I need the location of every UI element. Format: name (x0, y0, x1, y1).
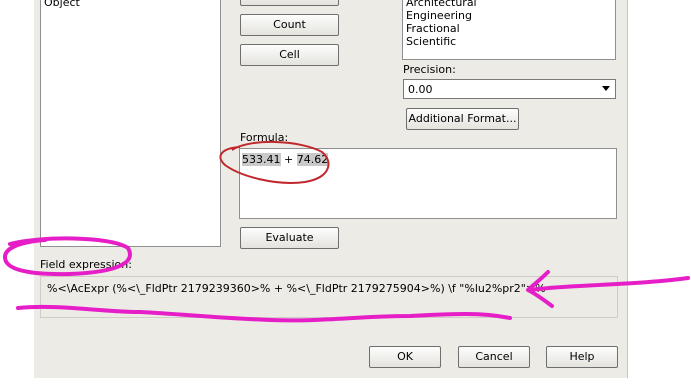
additional-format-button[interactable]: Additional Format... (406, 108, 519, 130)
list-item-object[interactable]: Object (44, 0, 80, 9)
field-dialog: Object Count Cell Architectural Engineer… (34, 0, 628, 378)
help-button[interactable]: Help (546, 346, 618, 368)
formula-label: Formula: (240, 131, 289, 144)
precision-select[interactable]: 0.00 (403, 79, 616, 99)
precision-label: Precision: (403, 63, 456, 76)
formula-operand-2: 74.62 (296, 153, 329, 166)
field-expression-text: %<\AcExpr (%<\_FldPtr 2179239360>% + %<\… (47, 282, 546, 295)
precision-value: 0.00 (408, 83, 433, 96)
evaluate-button[interactable]: Evaluate (240, 227, 339, 249)
list-item-architectural[interactable]: Architectural (406, 0, 477, 9)
field-expression-label: Field expression: (40, 258, 132, 271)
field-names-list[interactable]: Object (40, 0, 221, 247)
format-list[interactable]: Architectural Engineering Fractional Sci… (402, 0, 616, 60)
formula-textbox[interactable]: 533.41 + 74.62 (239, 148, 617, 219)
list-item-scientific[interactable]: Scientific (406, 35, 456, 48)
chevron-down-icon[interactable] (602, 86, 610, 91)
cancel-button[interactable]: Cancel (458, 346, 530, 368)
ok-button[interactable]: OK (369, 346, 441, 368)
formula-text[interactable]: 533.41 + 74.62 (242, 153, 329, 166)
cell-button[interactable]: Cell (240, 44, 339, 66)
top-button-partial[interactable] (240, 0, 339, 6)
count-button[interactable]: Count (240, 14, 339, 36)
formula-operand-1: 533.41 (242, 153, 281, 166)
list-item-fractional[interactable]: Fractional (406, 22, 460, 35)
field-expression-box: %<\AcExpr (%<\_FldPtr 2179239360>% + %<\… (40, 276, 618, 318)
list-item-engineering[interactable]: Engineering (406, 9, 472, 22)
formula-operator: + (280, 153, 297, 166)
